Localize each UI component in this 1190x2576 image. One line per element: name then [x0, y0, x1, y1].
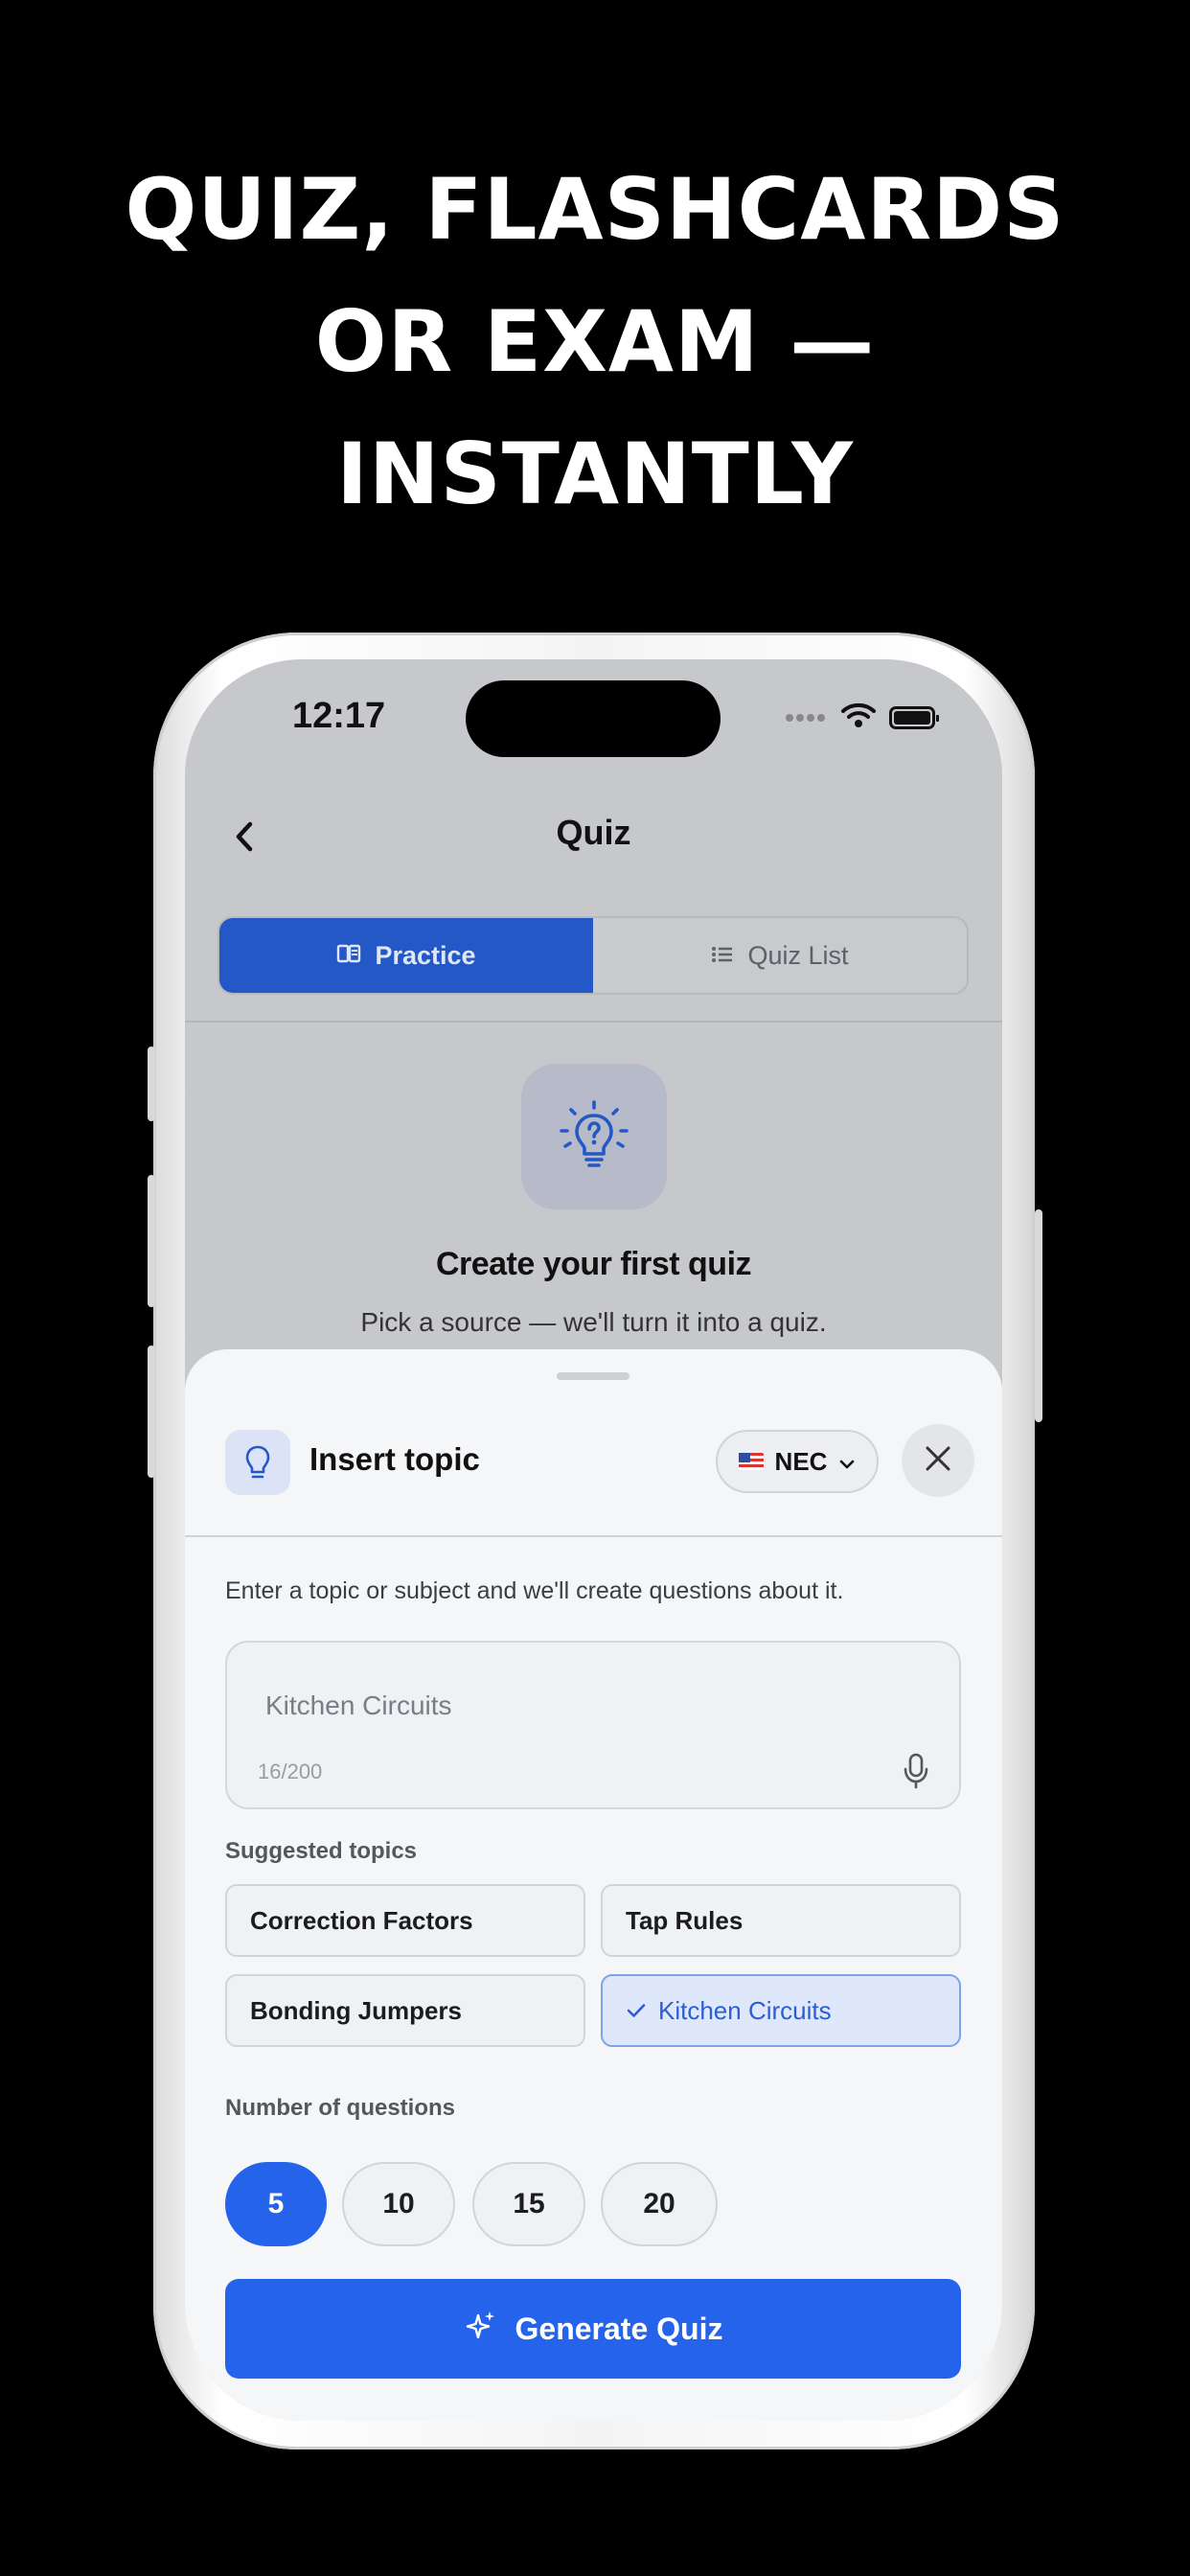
question-count-option-5[interactable]: 5: [225, 2162, 327, 2246]
lightbulb-icon: [225, 1430, 290, 1495]
tab-practice[interactable]: Practice: [219, 918, 593, 993]
suggested-topic-chip[interactable]: Bonding Jumpers: [225, 1974, 585, 2047]
chevron-down-icon: [838, 1447, 856, 1477]
tab-quiz-list[interactable]: Quiz List: [593, 918, 967, 993]
question-count-option-20[interactable]: 20: [601, 2162, 718, 2246]
tab-practice-label: Practice: [375, 940, 476, 970]
phone-side-button-volume-up: [148, 1175, 155, 1307]
sheet-title: Insert topic: [309, 1441, 480, 1477]
insert-topic-sheet: Insert topic NEC Enter a topic or subjec…: [185, 1349, 1002, 2421]
question-count-option-15[interactable]: 15: [472, 2162, 585, 2246]
phone-side-button-volume-down: [148, 1346, 155, 1478]
chip-label: Tap Rules: [626, 1905, 744, 1935]
topic-input-value: Kitchen Circuits: [265, 1690, 452, 1720]
question-count-label: 15: [513, 2188, 545, 2220]
battery-icon: [889, 705, 939, 729]
generate-quiz-button[interactable]: Generate Quiz: [225, 2279, 961, 2379]
status-time: 12:17: [292, 696, 386, 736]
chip-label: Correction Factors: [250, 1905, 473, 1935]
suggested-topics-label: Suggested topics: [225, 1838, 418, 1864]
topic-input[interactable]: Kitchen Circuits 16/200: [225, 1641, 961, 1809]
helper-text: Enter a topic or subject and we'll creat…: [225, 1577, 844, 1604]
question-count-option-10[interactable]: 10: [342, 2162, 455, 2246]
phone-side-button-power: [1035, 1209, 1042, 1422]
headline-line-1: QUIZ, FLASHCARDS: [125, 160, 1065, 259]
sheet-grabber[interactable]: [557, 1372, 629, 1380]
list-icon: [711, 941, 734, 971]
wifi-icon: [841, 702, 876, 733]
microphone-icon[interactable]: [902, 1752, 930, 1795]
question-count-label: 5: [267, 2188, 285, 2220]
signal-icon: [786, 709, 828, 726]
code-selector-label: NEC: [774, 1446, 828, 1476]
close-icon: [924, 1444, 952, 1478]
generate-quiz-label: Generate Quiz: [515, 2311, 723, 2346]
suggested-topic-chip[interactable]: Tap Rules: [601, 1884, 961, 1957]
headline-line-2: OR EXAM —: [314, 292, 876, 391]
character-counter: 16/200: [258, 1760, 323, 1783]
question-count-label: 10: [382, 2188, 415, 2220]
dynamic-island: [466, 680, 721, 757]
checkmark-icon: [626, 1996, 647, 2026]
lightbulb-question-icon: [521, 1064, 667, 1209]
suggested-topic-chip-selected[interactable]: Kitchen Circuits: [601, 1974, 961, 2047]
page-title: Quiz: [556, 813, 631, 852]
suggested-topic-chip[interactable]: Correction Factors: [225, 1884, 585, 1957]
chip-label: Kitchen Circuits: [658, 1995, 832, 2025]
sparkles-icon: [464, 2308, 498, 2350]
us-flag-icon: [738, 1453, 764, 1470]
phone-screen: 12:17 Quiz Practice Quiz List Create you…: [185, 659, 1002, 2421]
header-divider: [185, 1021, 1002, 1023]
sheet-divider: [185, 1535, 1002, 1537]
segmented-control: Practice Quiz List: [217, 916, 969, 995]
close-button[interactable]: [902, 1424, 974, 1497]
book-icon: [336, 941, 361, 971]
question-count-label: 20: [643, 2188, 675, 2220]
status-icons: [786, 702, 939, 733]
marketing-headline: QUIZ, FLASHCARDS OR EXAM — INSTANTLY: [0, 144, 1190, 540]
chip-label: Bonding Jumpers: [250, 1995, 463, 2025]
number-of-questions-label: Number of questions: [225, 2095, 456, 2121]
tab-quiz-list-label: Quiz List: [747, 940, 849, 970]
phone-side-button-action: [148, 1046, 155, 1121]
headline-line-3: INSTANTLY: [336, 425, 854, 523]
code-selector[interactable]: NEC: [716, 1430, 879, 1493]
empty-state-title: Create your first quiz: [435, 1246, 752, 1282]
empty-state-subtitle: Pick a source — we'll turn it into a qui…: [360, 1307, 827, 1337]
